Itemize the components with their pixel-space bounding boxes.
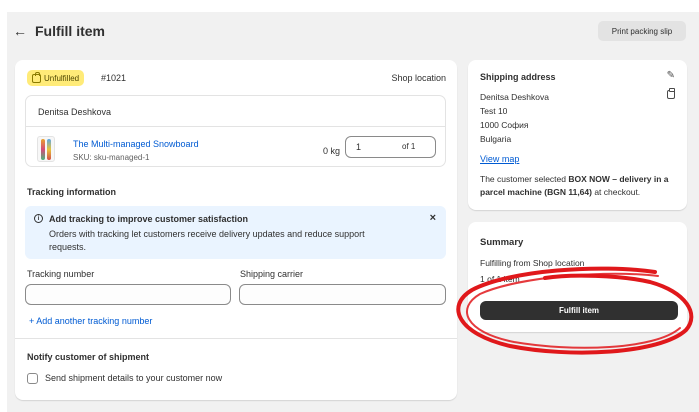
shipping-carrier-label: Shipping carrier — [240, 269, 304, 279]
customer-name: Denitsa Deshkova — [38, 107, 112, 117]
shipping-address-title: Shipping address — [480, 72, 556, 82]
fulfillment-card: Unfulfilled #1021 Shop location Denitsa … — [15, 60, 457, 400]
address-line: Denitsa Deshkova — [480, 92, 549, 102]
divider — [15, 338, 457, 339]
quantity-value: 1 — [356, 142, 362, 152]
quantity-total: of 1 — [402, 142, 416, 151]
address-line: 1000 София — [480, 120, 529, 130]
summary-title: Summary — [480, 237, 524, 248]
tracking-info-banner: i Add tracking to improve customer satis… — [25, 206, 446, 259]
product-name-link[interactable]: The Multi-managed Snowboard — [73, 139, 199, 149]
shipping-address-card: Shipping address ✎ Denitsa Deshkova Test… — [468, 60, 687, 210]
notify-section-title: Notify customer of shipment — [27, 352, 150, 362]
item-count: 1 of 1 item — [480, 274, 520, 284]
info-icon: i — [34, 214, 43, 223]
order-number: #1021 — [101, 73, 127, 83]
tracking-number-label: Tracking number — [27, 269, 95, 279]
arrow-left-icon[interactable]: ← — [13, 23, 27, 39]
divider — [26, 126, 445, 127]
fulfill-item-button[interactable]: Fulfill item — [480, 301, 678, 320]
clipboard-icon[interactable] — [667, 88, 675, 99]
tracking-number-input[interactable] — [25, 284, 231, 305]
shipping-method-note: The customer selected BOX NOW – delivery… — [480, 174, 669, 197]
view-map-link[interactable]: View map — [480, 154, 519, 164]
close-icon[interactable]: × — [430, 212, 436, 224]
package-icon — [32, 71, 41, 83]
fulfilling-from: Fulfilling from Shop location — [480, 258, 585, 268]
pencil-icon[interactable]: ✎ — [667, 70, 675, 81]
print-packing-slip-button[interactable]: Print packing slip — [598, 21, 686, 41]
status-badge: Unfulfilled — [27, 70, 85, 86]
product-weight: 0 kg — [323, 146, 341, 156]
product-thumbnail — [37, 136, 55, 162]
notify-customer-label[interactable]: Send shipment details to your customer n… — [45, 373, 222, 383]
notify-customer-checkbox[interactable] — [27, 373, 38, 384]
shipping-carrier-select[interactable] — [239, 284, 446, 305]
summary-card: Summary Fulfilling from Shop location 1 … — [468, 222, 687, 332]
banner-title: Add tracking to improve customer satisfa… — [49, 214, 249, 224]
add-tracking-number-link[interactable]: + Add another tracking number — [29, 316, 152, 326]
fulfillment-location: Shop location — [391, 73, 446, 83]
address-line: Bulgaria — [480, 134, 512, 144]
line-items-box: Denitsa Deshkova The Multi-managed Snowb… — [25, 95, 446, 167]
status-badge-label: Unfulfilled — [44, 73, 80, 83]
address-line: Test 10 — [480, 106, 508, 116]
tracking-section-title: Tracking information — [27, 187, 117, 197]
product-sku: SKU: sku-managed-1 — [73, 153, 150, 162]
banner-text: Orders with tracking let customers recei… — [49, 229, 365, 252]
page-title: Fulfill item — [35, 23, 105, 39]
quantity-input[interactable]: 1 of 1 — [345, 136, 436, 158]
